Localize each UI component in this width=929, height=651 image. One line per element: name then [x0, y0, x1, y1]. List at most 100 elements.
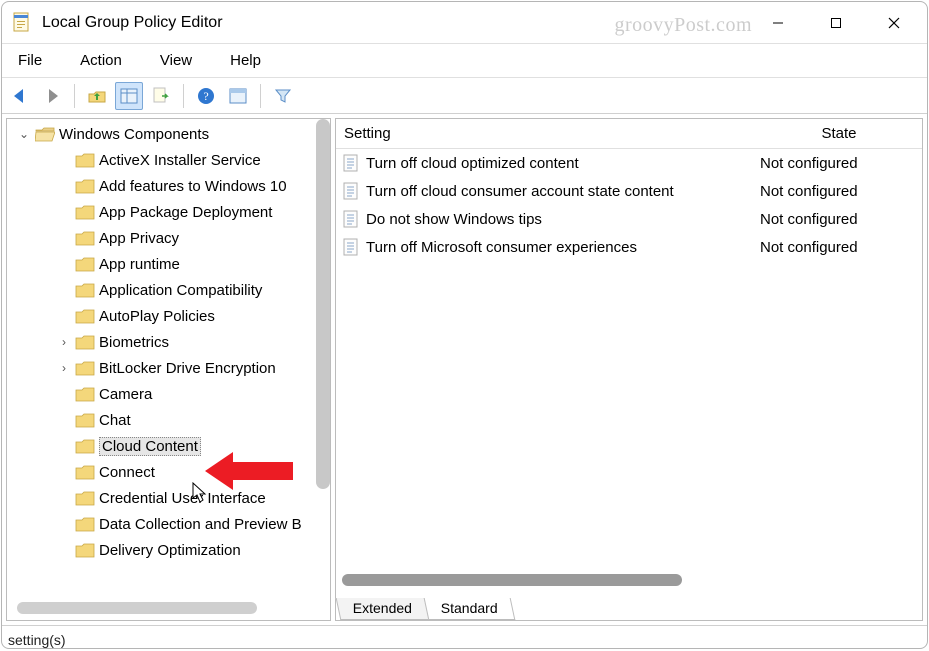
folder-icon: [75, 256, 95, 273]
setting-name: Turn off Microsoft consumer experiences: [366, 239, 637, 256]
tree-label: Delivery Optimization: [99, 542, 241, 559]
app-icon: [12, 12, 32, 34]
policy-icon: [342, 210, 360, 228]
tree-label: Chat: [99, 412, 131, 429]
tree-pane[interactable]: ⌄Windows ComponentsActiveX Installer Ser…: [6, 118, 331, 621]
setting-state: Not configured: [756, 155, 922, 172]
folder-icon: [75, 438, 95, 455]
tree-item[interactable]: Camera: [11, 381, 330, 407]
tree-item[interactable]: Connect: [11, 459, 330, 485]
toolbar: ?: [2, 78, 927, 114]
folder-icon: [75, 308, 95, 325]
gpedit-window: Local Group Policy Editor groovyPost.com…: [1, 1, 928, 649]
tree-item[interactable]: AutoPlay Policies: [11, 303, 330, 329]
status-text: setting(s): [8, 632, 66, 648]
menubar: File Action View Help: [2, 44, 927, 78]
titlebar: Local Group Policy Editor groovyPost.com: [2, 2, 927, 44]
setting-state: Not configured: [756, 211, 922, 228]
menu-help[interactable]: Help: [224, 50, 267, 71]
tree-item[interactable]: Cloud Content: [11, 433, 330, 459]
tree-label: Application Compatibility: [99, 282, 262, 299]
chevron-right-icon[interactable]: ›: [57, 361, 71, 375]
tree-label: Add features to Windows 10: [99, 178, 287, 195]
tree-item[interactable]: ActiveX Installer Service: [11, 147, 330, 173]
tree-item[interactable]: Delivery Optimization: [11, 537, 330, 563]
setting-name: Do not show Windows tips: [366, 211, 542, 228]
tab-extended[interactable]: Extended: [336, 598, 430, 620]
content-scrollbar-horizontal[interactable]: [342, 574, 682, 586]
chevron-down-icon[interactable]: ⌄: [17, 127, 31, 141]
maximize-button[interactable]: [807, 3, 865, 43]
svg-text:?: ?: [203, 89, 208, 103]
tree-label: Data Collection and Preview B: [99, 516, 302, 533]
grid-row[interactable]: Turn off cloud consumer account state co…: [336, 177, 922, 205]
folder-icon: [75, 386, 95, 403]
setting-name: Turn off cloud consumer account state co…: [366, 183, 674, 200]
menu-action[interactable]: Action: [74, 50, 128, 71]
setting-name: Turn off cloud optimized content: [366, 155, 579, 172]
tree-label: AutoPlay Policies: [99, 308, 215, 325]
tree-item[interactable]: App Package Deployment: [11, 199, 330, 225]
tree-item[interactable]: App Privacy: [11, 225, 330, 251]
status-bar: setting(s): [2, 626, 927, 648]
policy-icon: [342, 182, 360, 200]
tree-label: BitLocker Drive Encryption: [99, 360, 276, 377]
grid-row[interactable]: Turn off cloud optimized content Not conf…: [336, 149, 922, 177]
tree-item[interactable]: Chat: [11, 407, 330, 433]
folder-icon: [75, 516, 95, 533]
tab-standard[interactable]: Standard: [424, 598, 516, 620]
minimize-button[interactable]: [749, 3, 807, 43]
tree-item[interactable]: › Biometrics: [11, 329, 330, 355]
policy-icon: [342, 238, 360, 256]
grid-header: Setting State: [336, 119, 922, 149]
export-button[interactable]: [147, 82, 175, 110]
tree-item[interactable]: Add features to Windows 10: [11, 173, 330, 199]
cursor-icon: [192, 482, 210, 504]
folder-icon: [75, 542, 95, 559]
tree-label: App Privacy: [99, 230, 179, 247]
tree-scrollbar-vertical[interactable]: [316, 119, 330, 489]
tree-label: Connect: [99, 464, 155, 481]
tree-label: Cloud Content: [99, 437, 201, 456]
tree-label: Credential User Interface: [99, 490, 266, 507]
tree-item[interactable]: › BitLocker Drive Encryption: [11, 355, 330, 381]
tree-label: App Package Deployment: [99, 204, 272, 221]
folder-icon: [75, 360, 95, 377]
folder-icon: [75, 412, 95, 429]
tree-label: App runtime: [99, 256, 180, 273]
grid-row[interactable]: Turn off Microsoft consumer experiencesN…: [336, 233, 922, 261]
folder-icon: [75, 152, 95, 169]
chevron-right-icon[interactable]: ›: [57, 335, 71, 349]
watermark: groovyPost.com: [614, 14, 752, 37]
folder-icon: [75, 204, 95, 221]
folder-open-icon: [35, 126, 55, 143]
tree-item[interactable]: Application Compatibility: [11, 277, 330, 303]
help-button[interactable]: ?: [192, 82, 220, 110]
close-button[interactable]: [865, 3, 923, 43]
tree-item[interactable]: Data Collection and Preview B: [11, 511, 330, 537]
forward-button[interactable]: [38, 82, 66, 110]
filter-button[interactable]: [269, 82, 297, 110]
content-pane: Setting State Turn off cloud optimized c…: [335, 118, 923, 621]
folder-icon: [75, 178, 95, 195]
window-title: Local Group Policy Editor: [42, 14, 223, 32]
menu-view[interactable]: View: [154, 50, 198, 71]
tree-label: Camera: [99, 386, 152, 403]
tree-root-item[interactable]: ⌄Windows Components: [11, 121, 330, 147]
menu-file[interactable]: File: [12, 50, 48, 71]
up-button[interactable]: [83, 82, 111, 110]
column-header-state[interactable]: State: [756, 125, 922, 142]
grid-row[interactable]: Do not show Windows tips Not configured: [336, 205, 922, 233]
properties-button[interactable]: [224, 82, 252, 110]
tree-scrollbar-horizontal[interactable]: [17, 602, 257, 614]
tree-item[interactable]: Credential User Interface: [11, 485, 330, 511]
details-button[interactable]: [115, 82, 143, 110]
column-header-setting[interactable]: Setting: [336, 125, 756, 142]
policy-icon: [342, 154, 360, 172]
folder-icon: [75, 230, 95, 247]
back-button[interactable]: [6, 82, 34, 110]
folder-icon: [75, 334, 95, 351]
tree-label: Biometrics: [99, 334, 169, 351]
setting-state: Not configured: [756, 183, 922, 200]
tree-item[interactable]: App runtime: [11, 251, 330, 277]
